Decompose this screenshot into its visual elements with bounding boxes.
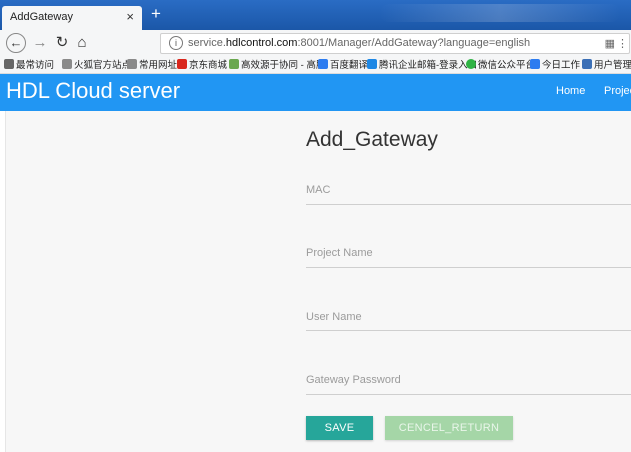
browser-title-bar: AddGateway × + [0,0,631,30]
project-name-field-label[interactable]: Project Name [306,247,373,259]
user-admin-icon [582,59,592,69]
gateway-password-input[interactable] [306,394,631,395]
bookmark-item[interactable]: 用户管理平 [582,57,631,71]
home-icon[interactable]: ⌂ [72,33,92,53]
page-title: Add_Gateway [306,128,438,151]
forward-arrow-icon[interactable]: → [30,33,50,53]
folder-icon [62,59,72,69]
user-name-input[interactable] [306,330,631,331]
jd-icon [177,59,187,69]
new-tab-icon[interactable]: + [147,5,165,23]
main-content [5,111,631,452]
brand-logo[interactable]: HDL Cloud server [6,78,180,104]
cancel-return-button[interactable]: CENCEL_RETURN [385,416,513,440]
bookmark-item[interactable]: 微信公众平台 [466,57,535,71]
info-icon[interactable]: i [169,36,183,50]
bookmark-label: 用户管理平 [594,60,631,71]
app-header: HDL Cloud server Home Projec [0,74,631,111]
tab-title: AddGateway [10,11,73,23]
bookmark-label: 今日工作 [542,60,581,71]
bookmark-item[interactable]: 火狐官方站点 [62,57,131,71]
folder-icon [127,59,137,69]
bookmark-item[interactable]: 腾讯企业邮箱-登录入口 [367,57,477,71]
bookmark-label: 高效源于协同 - 高胜 [241,60,326,71]
browser-nav-toolbar: ← → ↻ ⌂ i service.hdlcontrol.com:8001/Ma… [0,30,631,57]
bookmark-label: 腾讯企业邮箱-登录入口 [379,60,478,71]
user-name-field-label[interactable]: User Name [306,311,362,323]
bookmark-item[interactable]: 百度翻译 [318,57,368,71]
qr-code-icon[interactable]: ▦ [605,37,615,50]
bookmark-label: 火狐官方站点 [74,60,132,71]
wechat-icon [466,59,476,69]
url-domain: hdlcontrol.com [225,37,298,49]
bookmark-item[interactable]: 今日工作 [530,57,580,71]
bookmark-label: 百度翻译 [330,60,369,71]
back-arrow-icon[interactable]: ← [6,33,26,53]
mac-field-label[interactable]: MAC [306,184,330,196]
nav-link-home[interactable]: Home [556,85,585,97]
bookmark-label: 微信公众平台 [478,60,536,71]
bookmark-item[interactable]: 最常访问 [4,57,54,71]
titlebar-blur [380,4,620,22]
project-name-input[interactable] [306,267,631,268]
gateway-password-field-label[interactable]: Gateway Password [306,374,401,386]
mac-input[interactable] [306,204,631,205]
bookmarks-bar: 最常访问 火狐官方站点 常用网址 京东商城 高效源于协同 - 高胜 百度翻译 腾… [0,56,631,74]
url-path: :8001/Manager/AddGateway?language=englis… [297,37,531,49]
browser-tab[interactable]: AddGateway × [2,6,142,30]
more-icon[interactable]: ⋮ [617,37,628,50]
nav-link-project[interactable]: Projec [604,85,631,97]
url-prefix: service. [188,37,226,49]
bookmark-item[interactable]: 高效源于协同 - 高胜 [229,57,325,71]
mail-icon [367,59,377,69]
gear-icon [229,59,239,69]
tab-close-icon[interactable]: × [126,9,134,24]
save-button[interactable]: SAVE [306,416,373,440]
address-bar[interactable]: i service.hdlcontrol.com:8001/Manager/Ad… [160,33,630,54]
bookmark-label: 京东商城 [189,60,228,71]
bookmark-label: 最常访问 [16,60,55,71]
bookmark-item[interactable]: 京东商城 [177,57,227,71]
reload-icon[interactable]: ↻ [52,33,72,53]
translate-icon [318,59,328,69]
bookmark-item[interactable]: 常用网址 [127,57,177,71]
gear-icon [4,59,14,69]
bookmark-label: 常用网址 [139,60,178,71]
url-text[interactable]: service.hdlcontrol.com:8001/Manager/AddG… [188,37,530,49]
calendar-icon [530,59,540,69]
